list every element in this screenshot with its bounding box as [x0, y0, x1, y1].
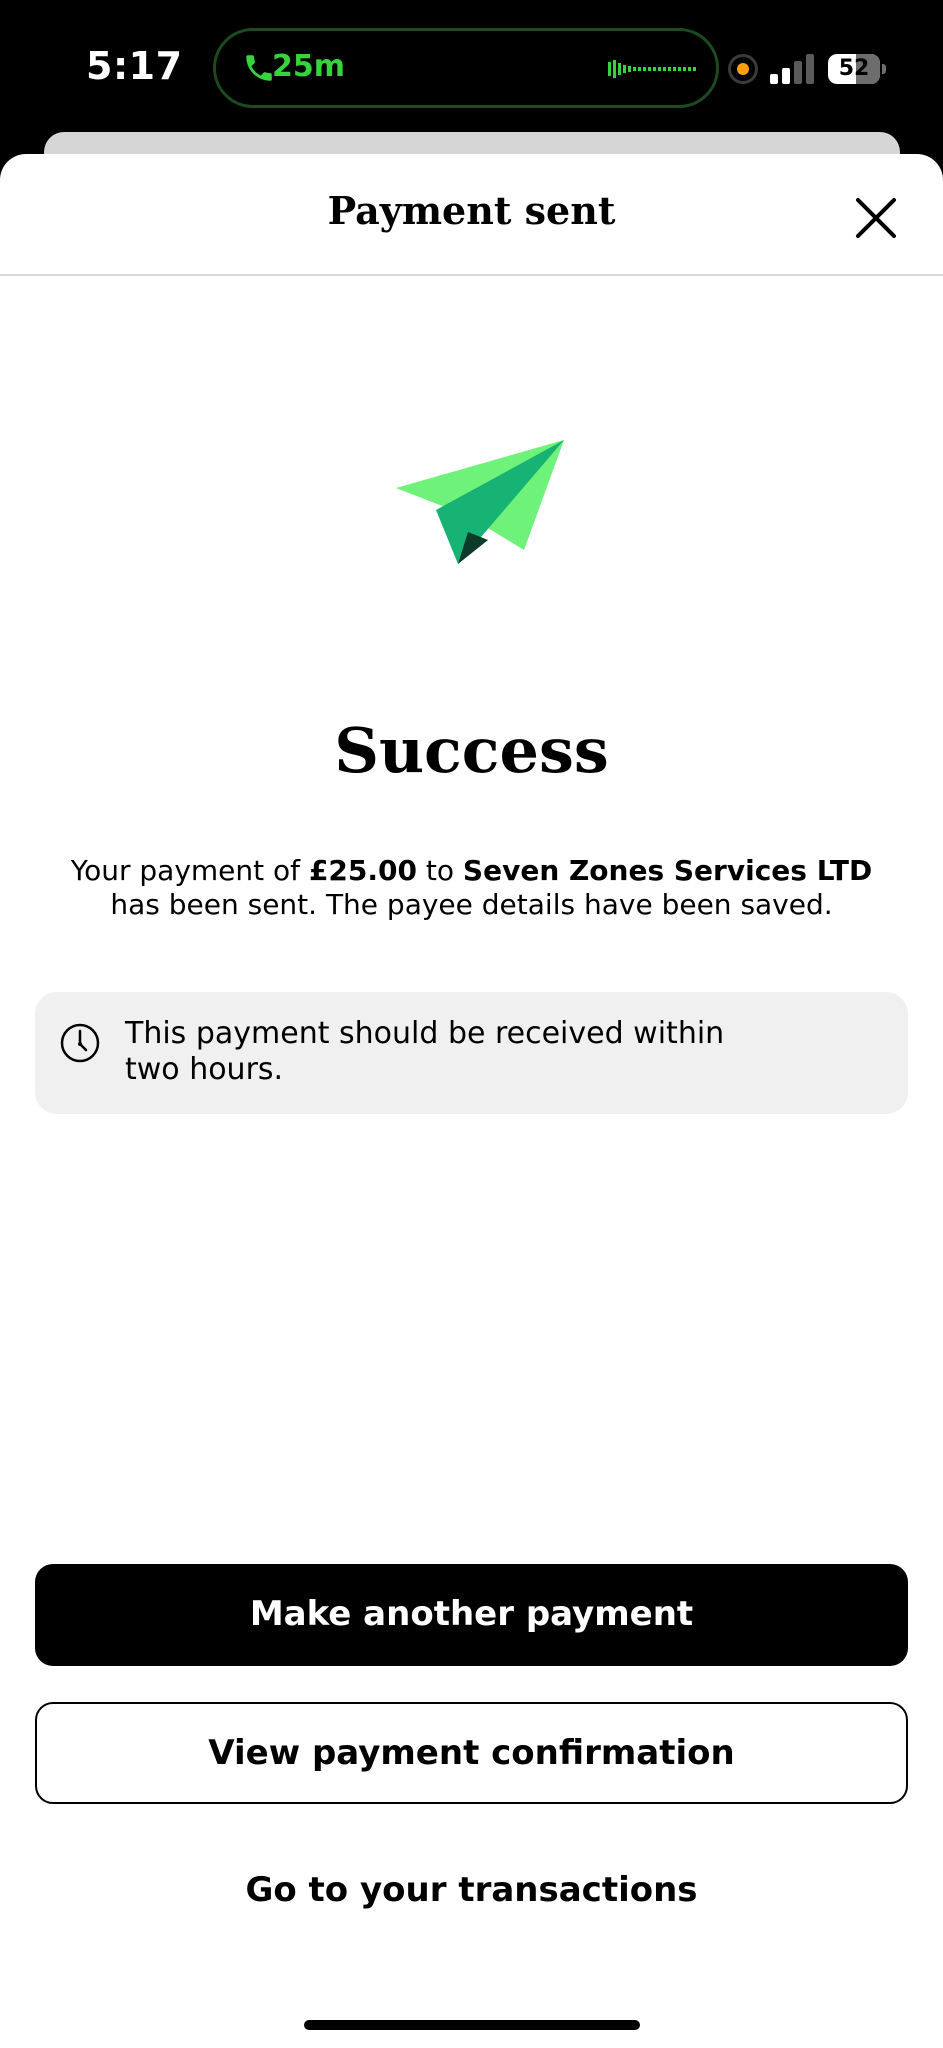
view-payment-confirmation-button[interactable]: View payment confirmation: [35, 1702, 908, 1804]
message-prefix: Your payment of: [70, 854, 309, 887]
home-indicator[interactable]: [304, 2020, 640, 2030]
battery-nub: [882, 64, 886, 74]
battery-body: 52: [828, 54, 880, 84]
phone-icon: [246, 55, 272, 81]
battery-icon: 52: [828, 54, 886, 84]
audio-waveform-icon: [608, 60, 696, 78]
close-icon[interactable]: [848, 190, 904, 246]
success-heading: Success: [334, 714, 609, 787]
sheet-header: Payment sent: [0, 154, 943, 276]
privacy-dot: [737, 63, 749, 75]
sheet-title: Payment sent: [327, 188, 616, 233]
message-suffix: has been sent. The payee details have be…: [110, 888, 833, 921]
status-time: 5:17: [86, 44, 183, 88]
go-to-transactions-link[interactable]: Go to your transactions: [0, 1840, 943, 1940]
payment-timing-notice: This payment should be received within t…: [35, 992, 908, 1114]
clock-icon: [60, 1023, 100, 1063]
payment-message: Your payment of £25.00 to Seven Zones Se…: [60, 854, 883, 922]
payment-sent-sheet: Payment sent Success Your payment of £25…: [0, 154, 943, 2048]
paper-plane-icon: [396, 440, 564, 564]
message-middle: to: [417, 854, 463, 887]
battery-level: 52: [838, 56, 870, 81]
cellular-signal-icon: [770, 54, 814, 84]
call-duration: 25m: [272, 49, 346, 84]
orange-privacy-dot-icon: [728, 54, 758, 84]
active-call-pill[interactable]: 25m: [213, 28, 719, 108]
payee-name: Seven Zones Services LTD: [462, 854, 873, 887]
payment-amount: £25.00: [308, 854, 417, 887]
make-another-payment-button[interactable]: Make another payment: [35, 1564, 908, 1666]
status-bar: 5:17 25m 52: [0, 0, 943, 140]
notice-text: This payment should be received within t…: [125, 1016, 725, 1087]
